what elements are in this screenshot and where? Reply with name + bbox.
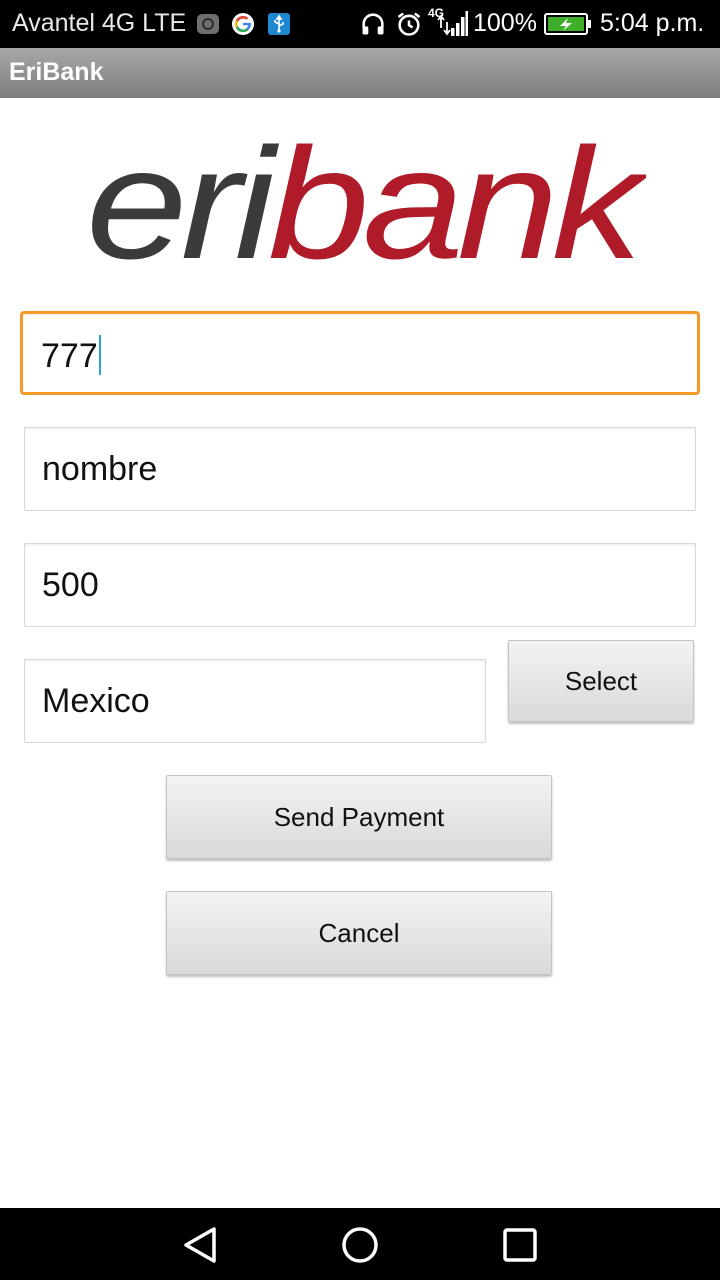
- send-payment-button[interactable]: Send Payment: [166, 775, 552, 859]
- name-field[interactable]: nombre: [24, 427, 696, 511]
- country-field[interactable]: Mexico: [24, 659, 486, 743]
- battery-percent: 100%: [473, 9, 537, 37]
- phone-field-value: 777: [41, 337, 98, 375]
- recents-icon[interactable]: [502, 1227, 538, 1263]
- navigation-bar: [0, 1208, 720, 1280]
- alarm-icon: [397, 12, 421, 36]
- app-title: EriBank: [9, 58, 104, 86]
- headphones-icon: [362, 13, 384, 35]
- amount-field-value: 500: [42, 566, 99, 604]
- logo-text-bank: bank: [268, 118, 646, 278]
- name-field-value: nombre: [42, 450, 158, 488]
- eribank-logo: eri bank: [86, 118, 646, 278]
- back-icon[interactable]: [180, 1226, 220, 1264]
- select-country-button[interactable]: Select: [508, 640, 694, 722]
- logo-text-eri: eri: [86, 118, 279, 278]
- battery-charging-icon: [544, 13, 591, 35]
- svg-text:eribank: eri bank: [86, 118, 646, 278]
- phone-field[interactable]: 777: [20, 311, 700, 395]
- status-bar: Avantel 4G LTE 4G 100% 5:04 p.m.: [0, 0, 720, 48]
- cancel-button[interactable]: Cancel: [166, 891, 552, 975]
- signal-icon: [437, 11, 468, 36]
- usb-icon: [268, 13, 290, 35]
- carrier-label: Avantel 4G LTE: [12, 9, 187, 37]
- clock: 5:04 p.m.: [600, 9, 705, 37]
- amount-field[interactable]: 500: [24, 543, 696, 627]
- action-bar: EriBank: [0, 48, 720, 98]
- text-caret: [98, 335, 101, 375]
- home-icon[interactable]: [340, 1225, 380, 1265]
- google-icon: [232, 13, 254, 35]
- notification-icon: [197, 14, 219, 34]
- country-field-value: Mexico: [42, 682, 150, 720]
